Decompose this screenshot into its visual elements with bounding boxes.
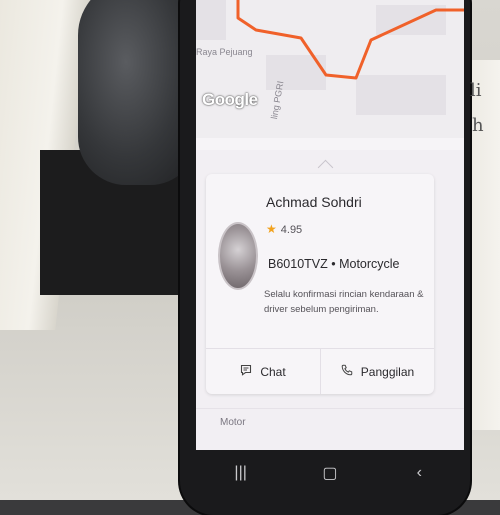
- google-logo: Google: [202, 90, 258, 109]
- driver-card: Achmad Sohdri ★ 4.95 B6010TVZ • Motorcycl…: [206, 174, 434, 394]
- chevron-up-icon[interactable]: [317, 159, 334, 176]
- call-label: Panggilan: [360, 364, 415, 379]
- handwriting: h: [472, 115, 484, 136]
- driver-rating: ★ 4.95: [266, 222, 302, 236]
- chat-label: Chat: [260, 364, 286, 379]
- recents-icon[interactable]: |||: [221, 464, 261, 482]
- street-label: Raya Pejuang: [196, 47, 253, 57]
- phone-icon: [341, 364, 353, 379]
- android-nav-bar: ||| ▢ ‹: [196, 450, 464, 495]
- divider: [196, 408, 464, 409]
- driver-name: Achmad Sohdri: [266, 194, 362, 210]
- service-type-label: Motor: [220, 417, 246, 428]
- star-icon: ★: [266, 222, 277, 236]
- handwriting: li: [470, 80, 482, 101]
- map-view[interactable]: Raya Pejuang ling PGRI Google: [196, 0, 464, 138]
- chat-button[interactable]: Chat: [206, 349, 320, 394]
- avatar[interactable]: [218, 222, 258, 290]
- home-icon[interactable]: ▢: [310, 463, 350, 483]
- phone-screen: Raya Pejuang ling PGRI Google Achmad Soh…: [196, 0, 464, 450]
- confirm-info-text: Selalu konfirmasi rincian kendaraan & dr…: [264, 289, 424, 315]
- rating-value: 4.95: [280, 224, 303, 236]
- vehicle-plate: B6010TVZ • Motorcycle: [268, 257, 400, 271]
- call-button[interactable]: Panggilan: [321, 349, 434, 394]
- chat-icon: [240, 364, 252, 379]
- back-icon[interactable]: ‹: [399, 464, 439, 482]
- driver-bottom-sheet: Achmad Sohdri ★ 4.95 B6010TVZ • Motorcycl…: [196, 150, 464, 450]
- route-line: [236, 0, 464, 80]
